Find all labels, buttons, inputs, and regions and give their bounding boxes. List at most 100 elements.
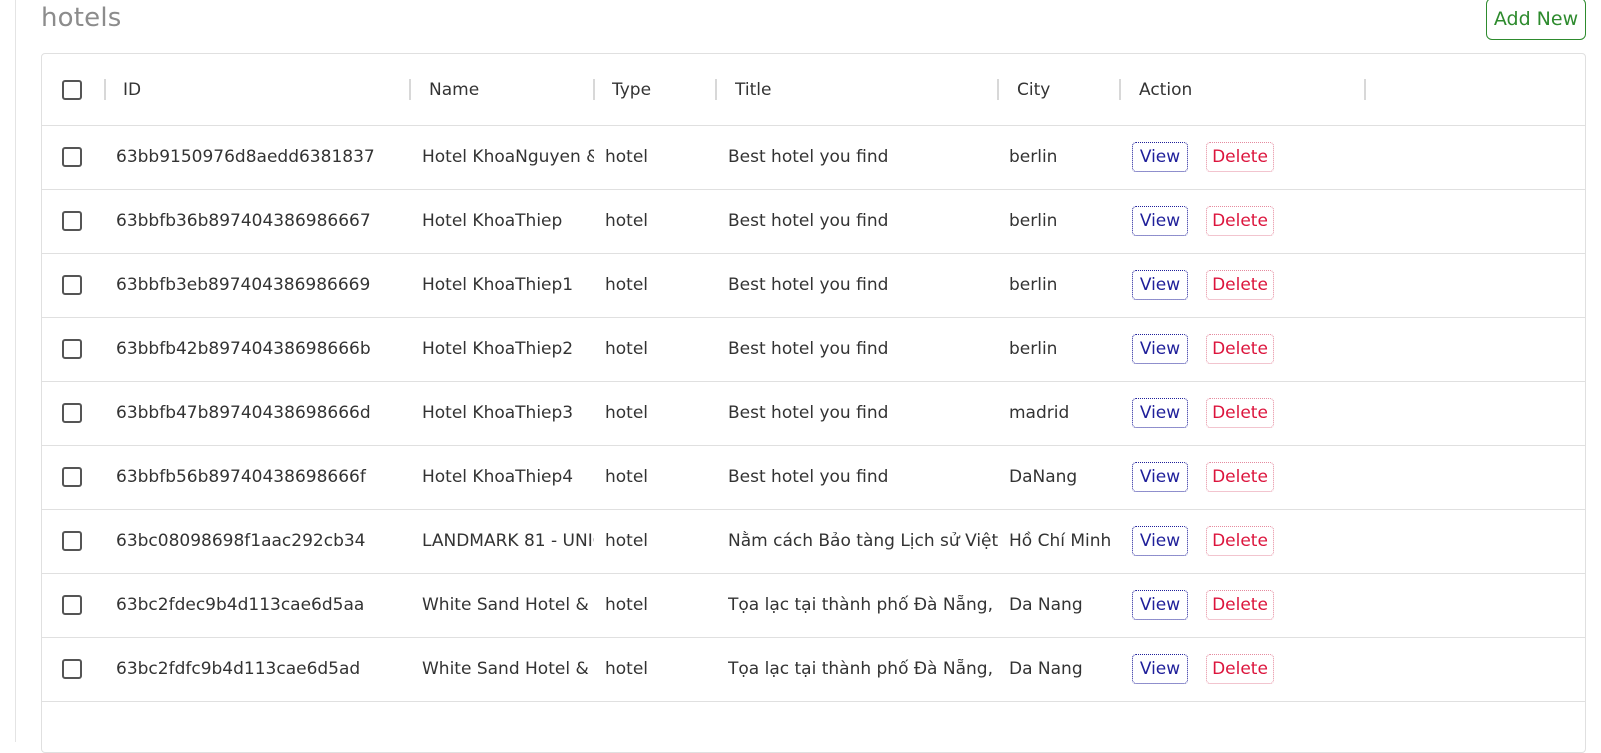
table-row[interactable]: 63bc08098698f1aac292cb34 LANDMARK 81 - UN…	[42, 509, 1585, 574]
row-checkbox[interactable]	[62, 147, 82, 167]
row-select-cell	[62, 253, 82, 317]
cell-id: 63bbfb3eb897404386986669	[116, 275, 371, 295]
cell-title: Best hotel you find	[728, 467, 889, 487]
column-separator[interactable]	[715, 79, 717, 100]
table-row[interactable]: 63bc2fdfc9b4d113cae6d5ad White Sand Hotel…	[42, 637, 1585, 702]
cell-type: hotel	[605, 275, 649, 295]
delete-button[interactable]: Delete	[1206, 206, 1274, 236]
cell-title: Best hotel you find	[728, 275, 889, 295]
table-row[interactable]: 63bb9150976d8aedd6381837 Hotel KhoaNguyen…	[42, 125, 1585, 190]
view-button[interactable]: View	[1132, 526, 1188, 556]
cell-id: 63bbfb56b89740438698666f	[116, 467, 366, 487]
row-checkbox[interactable]	[62, 211, 82, 231]
view-button[interactable]: View	[1132, 654, 1188, 684]
cell-action: View Delete	[1132, 381, 1274, 445]
cell-type: hotel	[605, 659, 649, 679]
column-header-name[interactable]: Name	[429, 54, 479, 125]
column-header-title[interactable]: Title	[735, 54, 771, 125]
cell-action: View Delete	[1132, 189, 1274, 253]
delete-button[interactable]: Delete	[1206, 590, 1274, 620]
cell-city: Hồ Chí Minh	[1009, 531, 1112, 551]
cell-action: View Delete	[1132, 509, 1274, 573]
column-separator[interactable]	[104, 79, 106, 100]
cell-action: View Delete	[1132, 637, 1274, 701]
view-button[interactable]: View	[1132, 398, 1188, 428]
cell-id: 63bc2fdfc9b4d113cae6d5ad	[116, 659, 361, 679]
row-checkbox[interactable]	[62, 595, 82, 615]
row-checkbox[interactable]	[62, 339, 82, 359]
content-left-border	[15, 0, 16, 742]
cell-title: Tọa lạc tại thành phố Đà Nẵng, White San…	[728, 659, 998, 679]
table-row[interactable]: 63bbfb3eb897404386986669 Hotel KhoaThiep1…	[42, 253, 1585, 318]
cell-title: Best hotel you find	[728, 147, 889, 167]
cell-city: madrid	[1009, 403, 1070, 423]
view-button[interactable]: View	[1132, 270, 1188, 300]
cell-title: Tọa lạc tại thành phố Đà Nẵng, White San…	[728, 595, 998, 615]
cell-name: White Sand Hotel & Apartment	[422, 595, 594, 615]
table-row[interactable]: 63bc2fdec9b4d113cae6d5aa White Sand Hotel…	[42, 573, 1585, 638]
table-header-row: ID Name Type Title City Action	[42, 54, 1585, 126]
row-select-cell	[62, 509, 82, 573]
cell-name: Hotel KhoaThiep1	[422, 275, 574, 295]
cell-name: Hotel KhoaThiep4	[422, 467, 574, 487]
cell-city: Da Nang	[1009, 595, 1083, 615]
cell-type: hotel	[605, 595, 649, 615]
view-button[interactable]: View	[1132, 462, 1188, 492]
cell-id: 63bbfb47b89740438698666d	[116, 403, 371, 423]
delete-button[interactable]: Delete	[1206, 398, 1274, 428]
cell-type: hotel	[605, 147, 649, 167]
delete-button[interactable]: Delete	[1206, 334, 1274, 364]
row-select-cell	[62, 573, 82, 637]
column-separator[interactable]	[593, 79, 595, 100]
cell-id: 63bb9150976d8aedd6381837	[116, 147, 375, 167]
delete-button[interactable]: Delete	[1206, 270, 1274, 300]
add-new-button[interactable]: Add New	[1486, 0, 1586, 40]
view-button[interactable]: View	[1132, 590, 1188, 620]
delete-button[interactable]: Delete	[1206, 526, 1274, 556]
row-select-cell	[62, 637, 82, 701]
cell-city: berlin	[1009, 339, 1058, 359]
cell-action: View Delete	[1132, 317, 1274, 381]
hotels-data-grid: ID Name Type Title City Action 63bb91509…	[41, 53, 1586, 753]
cell-city: Da Nang	[1009, 659, 1083, 679]
column-header-action: Action	[1139, 79, 1193, 100]
view-button[interactable]: View	[1132, 142, 1188, 172]
row-select-cell	[62, 317, 82, 381]
cell-id: 63bc2fdec9b4d113cae6d5aa	[116, 595, 365, 615]
column-header-city[interactable]: City	[1017, 54, 1050, 125]
view-button[interactable]: View	[1132, 206, 1188, 236]
select-all-checkbox[interactable]	[62, 79, 82, 100]
row-checkbox[interactable]	[62, 467, 82, 487]
table-row[interactable]: 63bbfb56b89740438698666f Hotel KhoaThiep4…	[42, 445, 1585, 510]
row-checkbox[interactable]	[62, 403, 82, 423]
cell-name: LANDMARK 81 - UNIQUE	[422, 531, 594, 551]
row-checkbox[interactable]	[62, 659, 82, 679]
table-row[interactable]: 63bbfb47b89740438698666d Hotel KhoaThiep3…	[42, 381, 1585, 446]
delete-button[interactable]: Delete	[1206, 462, 1274, 492]
cell-type: hotel	[605, 403, 649, 423]
view-button[interactable]: View	[1132, 334, 1188, 364]
cell-title: Nằm cách Bảo tàng Lịch sử Việt Nam	[728, 531, 998, 551]
delete-button[interactable]: Delete	[1206, 654, 1274, 684]
cell-name: Hotel KhoaThiep2	[422, 339, 574, 359]
row-select-cell	[62, 125, 82, 189]
column-separator[interactable]	[1364, 79, 1366, 100]
row-checkbox[interactable]	[62, 275, 82, 295]
table-row[interactable]: 63bbfb36b897404386986667 Hotel KhoaThiep h…	[42, 189, 1585, 254]
cell-action: View Delete	[1132, 573, 1274, 637]
column-header-id[interactable]: ID	[123, 54, 141, 125]
row-select-cell	[62, 445, 82, 509]
cell-city: berlin	[1009, 211, 1058, 231]
column-separator[interactable]	[997, 79, 999, 100]
cell-id: 63bc08098698f1aac292cb34	[116, 531, 366, 551]
delete-button[interactable]: Delete	[1206, 142, 1274, 172]
cell-name: White Sand Hotel & Apartment	[422, 659, 594, 679]
table-row[interactable]: 63bbfb42b89740438698666b Hotel KhoaThiep2…	[42, 317, 1585, 382]
cell-type: hotel	[605, 211, 649, 231]
column-header-type[interactable]: Type	[612, 54, 651, 125]
cell-action: View Delete	[1132, 445, 1274, 509]
column-separator[interactable]	[1119, 79, 1121, 100]
column-separator[interactable]	[409, 79, 411, 100]
row-checkbox[interactable]	[62, 531, 82, 551]
cell-city: berlin	[1009, 147, 1058, 167]
